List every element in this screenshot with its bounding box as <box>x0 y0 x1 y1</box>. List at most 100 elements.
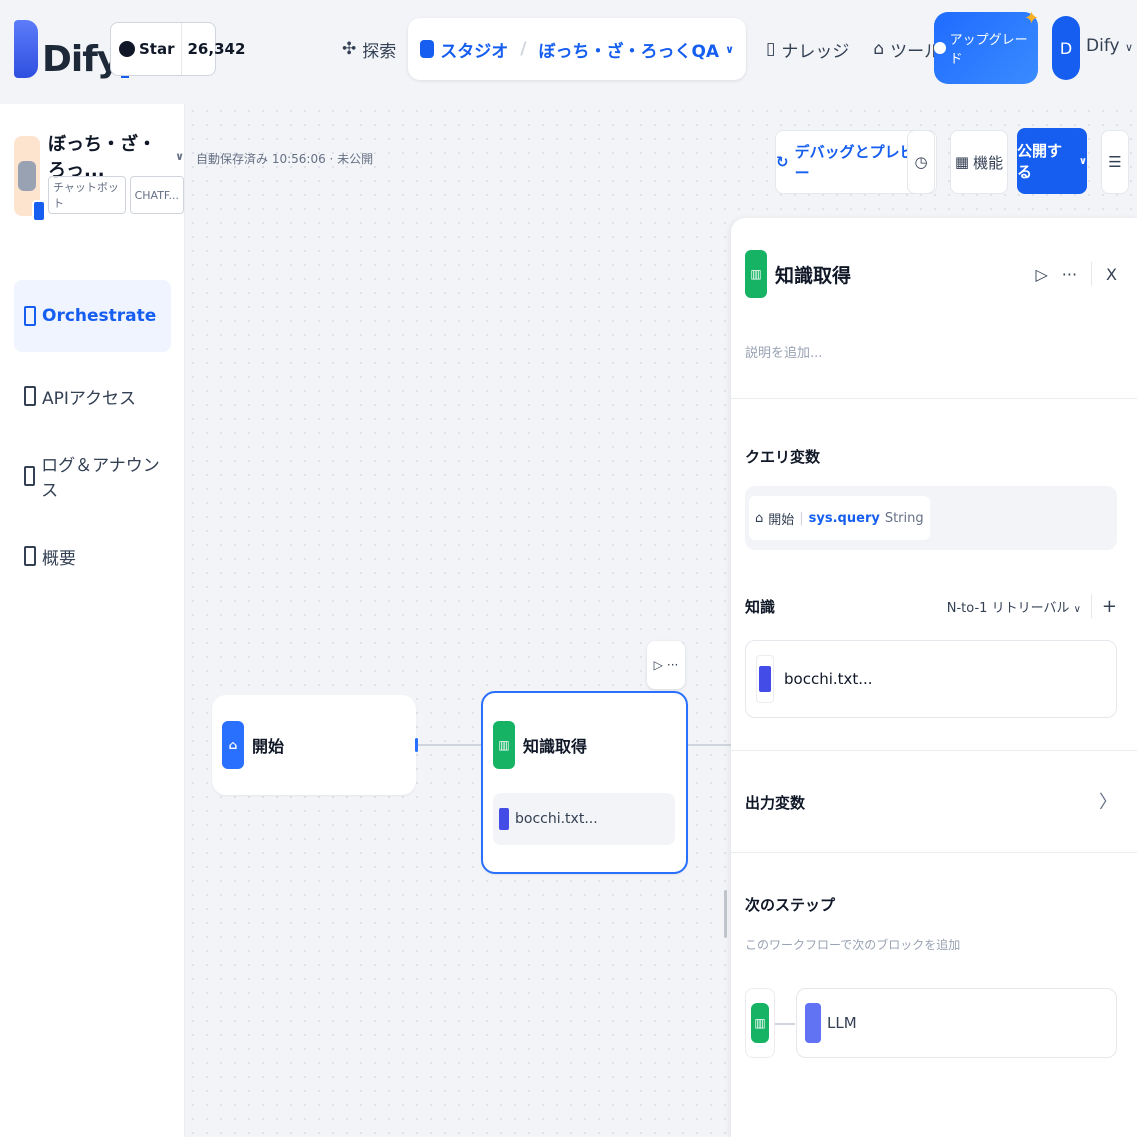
query-variable-label: クエリ変数 <box>745 448 821 466</box>
main-nav: ✣ 探索 スタジオ / ぼっち・ざ・ろっくQA ∨ ▯ ナレッジ ⌂ ツール <box>330 18 953 80</box>
next-block-llm[interactable]: LLM <box>796 988 1117 1058</box>
logo-text: Dify <box>42 39 120 80</box>
github-star[interactable]: Star <box>111 23 182 75</box>
start-node[interactable]: ⌂ 開始 <box>212 695 416 795</box>
next-step-description: このワークフローで次のブロックを追加 <box>745 938 961 952</box>
history-icon: ◷ <box>914 153 928 171</box>
edge-start-to-knowledge[interactable] <box>418 744 481 746</box>
play-icon[interactable]: ▷ <box>654 658 663 672</box>
sidebar-item-overview[interactable]: 概要 <box>14 520 171 592</box>
retrieval-mode-select[interactable]: N-to-1 リトリーバル ∨ <box>947 597 1081 616</box>
nav-knowledge-label: ナレッジ <box>781 41 850 62</box>
tool-divider <box>1091 262 1093 286</box>
avatar-initial: D <box>1052 16 1080 80</box>
knowledge-item[interactable]: bocchi.txt... <box>745 640 1117 718</box>
workflow-badge-icon <box>32 200 47 222</box>
sidebar-item-label: ログ＆アナウンス <box>41 456 160 501</box>
debug-icon: ↻ <box>776 153 789 171</box>
start-node-header: ⌂ 開始 <box>212 695 416 795</box>
edge-knowledge-to-next[interactable] <box>688 744 731 746</box>
add-knowledge-icon[interactable]: + <box>1102 596 1117 617</box>
more-icon[interactable]: ··· <box>667 658 678 672</box>
chevron-down-icon: ∨ <box>1124 41 1134 54</box>
upgrade-label: アップグレード <box>949 33 1028 67</box>
description-input[interactable]: 説明を追加... <box>745 342 822 361</box>
book-icon: ▯ <box>766 39 776 59</box>
history-button[interactable]: ◷ <box>907 130 935 194</box>
nav-studio[interactable]: スタジオ / ぼっち・ざ・ろっくQA ∨ <box>408 18 747 80</box>
chevron-down-icon: ∨ <box>175 149 184 163</box>
nav-separator: / <box>520 39 527 59</box>
app-header[interactable]: ぼっち・ざ・ろっ... ∨ チャットボット CHATF... <box>14 134 184 222</box>
sidebar-nav: Orchestrate APIアクセス ログ＆アナウンス 概要 <box>14 280 171 600</box>
nav-explore-label: 探索 <box>362 41 397 62</box>
chevron-right-icon[interactable]: 〉 <box>1099 788 1117 814</box>
knowledge-node-title: 知識取得 <box>523 737 588 756</box>
checklist-icon: ☰ <box>1108 153 1122 171</box>
next-step-connector <box>775 1023 795 1025</box>
query-variable-field[interactable]: ⌂ 開始 | sys.query String <box>745 486 1117 550</box>
book-open-icon: ▥ <box>493 721 515 769</box>
more-icon[interactable]: ··· <box>1062 265 1077 284</box>
panel-title[interactable]: 知識取得 <box>775 261 851 288</box>
divider <box>731 398 1137 399</box>
nav-current-app[interactable]: ぼっち・ざ・ろっくQA <box>538 37 719 62</box>
github-icon <box>119 41 135 57</box>
grid-icon: ▦ <box>954 153 970 171</box>
chevron-down-icon: ∨ <box>1078 155 1087 167</box>
knowledge-file-name: bocchi.txt... <box>515 811 598 827</box>
chevron-down-icon[interactable]: ∨ <box>725 43 734 56</box>
close-icon[interactable]: X <box>1106 265 1117 284</box>
log-icon <box>24 466 36 486</box>
node-actions[interactable]: ▷ ··· <box>647 641 685 689</box>
panel-tools: ▷ ··· X <box>1035 262 1117 286</box>
avatar[interactable]: D <box>1052 16 1080 80</box>
book-open-icon: ▥ <box>745 250 767 298</box>
upgrade-icon <box>934 42 946 54</box>
nav-knowledge[interactable]: ▯ ナレッジ <box>754 18 861 80</box>
features-button[interactable]: ▦ 機能 <box>950 130 1008 194</box>
sparkle-icon: ✦ <box>1024 8 1040 29</box>
app-meta: ぼっち・ざ・ろっ... ∨ チャットボット CHATF... <box>48 134 184 216</box>
checklist-button[interactable]: ☰ <box>1101 130 1129 194</box>
nav-studio-label: スタジオ <box>440 41 509 62</box>
app-name[interactable]: ぼっち・ざ・ろっ... ∨ <box>48 134 184 181</box>
canvas-scroll-indicator[interactable] <box>724 890 727 938</box>
chevron-down-icon: ∨ <box>1073 603 1081 615</box>
publish-button[interactable]: 公開する ∨ <box>1017 128 1087 194</box>
knowledge-label: 知識 <box>745 598 776 616</box>
chart-icon <box>24 546 36 566</box>
app-icon <box>14 136 47 222</box>
divider <box>731 750 1137 751</box>
query-variable-type: String <box>884 510 924 526</box>
query-variable-name: sys.query <box>808 510 880 526</box>
user-name: Dify <box>1086 36 1120 56</box>
home-icon: ⌂ <box>755 510 764 526</box>
nav-explore[interactable]: ✣ 探索 <box>330 18 408 80</box>
github-star-count: 26,342 <box>187 40 246 58</box>
book-open-icon: ▥ <box>751 1003 769 1043</box>
knowledge-file-item: bocchi.txt... <box>493 793 675 845</box>
sidebar-item-label: APIアクセス <box>42 388 137 409</box>
next-step-label: 次のステップ <box>745 896 836 914</box>
app-name-text: ぼっち・ざ・ろっ... <box>48 134 157 181</box>
knowledge-retrieval-node[interactable]: ▥ 知識取得 bocchi.txt... <box>481 691 688 874</box>
user-menu[interactable]: Dify ∨ <box>1086 36 1133 56</box>
app-tags: チャットボット CHATF... <box>48 176 184 214</box>
knowledge-item-name: bocchi.txt... <box>784 670 873 688</box>
query-variable-chip[interactable]: ⌂ 開始 | sys.query String <box>749 496 930 540</box>
retrieval-mode-label: N-to-1 リトリーバル <box>946 600 1070 616</box>
sidebar-item-logs[interactable]: ログ＆アナウンス <box>14 440 171 512</box>
next-block-label: LLM <box>827 1014 857 1032</box>
chip-separator: | <box>799 510 804 526</box>
sidebar-item-api-access[interactable]: APIアクセス <box>14 360 171 432</box>
github-star-button[interactable]: Star 26,342 <box>110 22 245 76</box>
app-sidebar: ぼっち・ざ・ろっ... ∨ チャットボット CHATF... Orchestra… <box>0 104 185 1137</box>
robot-avatar-icon <box>18 161 37 191</box>
sidebar-item-orchestrate[interactable]: Orchestrate <box>14 280 171 352</box>
robot-icon <box>420 40 435 58</box>
output-variables-label[interactable]: 出力変数 <box>745 792 805 813</box>
run-icon[interactable]: ▷ <box>1035 265 1047 284</box>
sidebar-item-label: 概要 <box>42 548 76 569</box>
upgrade-button[interactable]: アップグレード <box>934 12 1038 84</box>
